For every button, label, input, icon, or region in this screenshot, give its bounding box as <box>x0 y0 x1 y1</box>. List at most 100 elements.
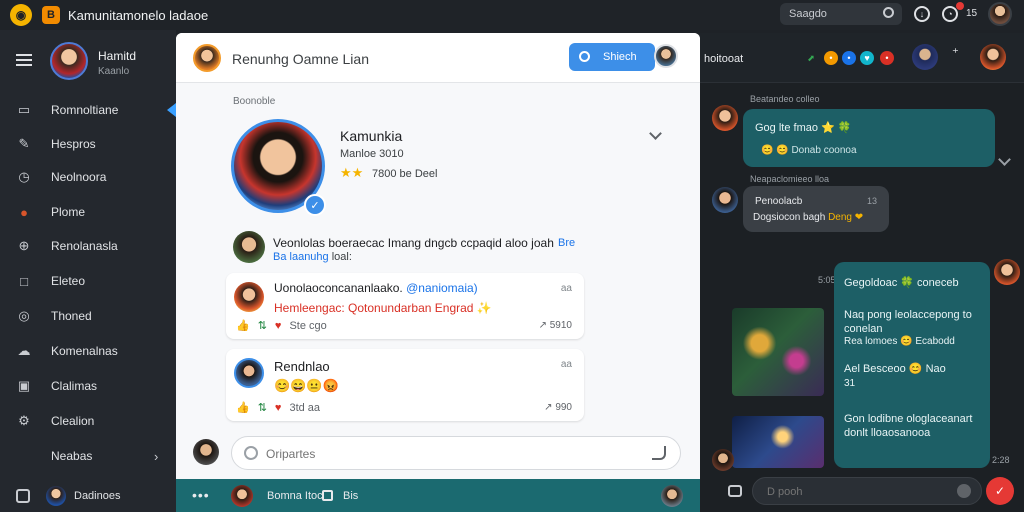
avatar[interactable] <box>661 485 683 507</box>
shield-icon: ◎ <box>18 308 30 323</box>
more-options-icon[interactable]: ••• <box>192 487 210 503</box>
views-count: 990 <box>555 402 572 413</box>
views-count: 5910 <box>549 320 572 331</box>
search-button[interactable]: Shiech <box>569 43 655 71</box>
sidebar-bottom-item[interactable]: Dadinoes <box>0 480 176 512</box>
download-icon[interactable]: ↓ <box>914 6 930 22</box>
sidebar-item-label: Neolnoora <box>51 170 107 184</box>
chat-message-text: Rea lomoes 😊 Ecabodd <box>844 336 955 347</box>
game-screenshot-image[interactable] <box>732 308 824 396</box>
header-avatar[interactable] <box>193 44 221 72</box>
sidebar-item-6[interactable]: ◎ Thoned <box>0 301 176 331</box>
verified-badge-icon: ✓ <box>304 194 326 216</box>
retweet-icon[interactable]: ⇅ <box>258 319 267 332</box>
sidebar-bottom-label: Dadinoes <box>74 490 121 502</box>
clock-icon: ◷ <box>18 169 30 184</box>
face-icon[interactable]: • <box>824 51 838 65</box>
card-avatar[interactable] <box>234 282 264 312</box>
sidebar-item-5[interactable]: □ Eleteo <box>0 266 176 296</box>
sidebar-user-sub: Kaanlo <box>98 66 130 77</box>
chevron-right-icon[interactable]: › <box>154 449 158 464</box>
square-icon <box>16 489 30 503</box>
chat-highlight: Deng ❤ <box>828 212 864 223</box>
chat-avatar[interactable] <box>712 449 734 471</box>
feed-title: Renunhg Oamne Lian <box>232 51 369 67</box>
heart-icon[interactable]: ♥ <box>860 51 874 65</box>
chat-message-text: Gon lodibne ologlaceanart donlt lloaosan… <box>844 413 973 439</box>
emoji-reactions: 😊😄😐😡 <box>274 378 339 393</box>
chat-avatar[interactable] <box>994 259 1020 285</box>
drop-icon[interactable]: • <box>842 51 856 65</box>
card-reaction-label: Ste cgo <box>289 319 327 332</box>
post-card[interactable]: Uonolaoconcananlaako. @naniomaia) Hemlee… <box>226 273 584 339</box>
chat-contact-avatar[interactable] <box>912 44 938 70</box>
sidebar-item-10[interactable]: Neabas › <box>0 441 176 471</box>
avatar[interactable] <box>231 485 253 507</box>
sidebar-item-label: Komenalnas <box>51 344 118 358</box>
post-card[interactable]: Rendnlao 😊😄😐😡 aa 👍 ⇅ ♥ 3td aa ↗ 990 <box>226 349 584 421</box>
search-icon[interactable] <box>883 7 894 18</box>
chevron-down-icon[interactable] <box>998 153 1011 166</box>
card-avatar[interactable] <box>234 358 264 388</box>
card-actions: 👍 ⇅ ♥ 3td aa <box>236 401 321 415</box>
sidebar-item-label: Renolanasla <box>51 239 118 253</box>
top-bar: ◉ B Kamunitamonelo ladaoe Saagdo ↓ ◔ 15 <box>0 0 1024 30</box>
brand-icon: B <box>42 6 60 24</box>
chat-message-text: Penoolacb <box>755 196 803 207</box>
sidebar-item-4[interactable]: ⊕ Renolanasla <box>0 231 176 261</box>
reply-box[interactable] <box>231 436 681 470</box>
sidebar-item-7[interactable]: ☁ Komenalnas <box>0 336 176 366</box>
mention-link[interactable]: @naniomaia) <box>406 281 478 295</box>
reply-input[interactable] <box>266 444 626 464</box>
chat-input[interactable] <box>767 483 937 501</box>
sidebar-item-8[interactable]: ▣ Clalimas <box>0 371 176 401</box>
heart-icon[interactable]: ♥ <box>275 402 282 414</box>
post-link[interactable]: Ba laanuhg <box>273 251 329 263</box>
game-screenshot-image[interactable] <box>732 416 824 468</box>
leaf-icon[interactable]: ⬈ <box>804 51 818 65</box>
hamburger-menu-icon[interactable] <box>16 54 32 66</box>
sidebar-item-label: Clalimas <box>51 379 98 393</box>
app-logo-icon[interactable]: ◉ <box>10 4 32 26</box>
card-reaction-label: 3td aa <box>289 401 321 414</box>
chat-bubble-icon[interactable] <box>728 485 742 497</box>
header-avatar-small[interactable] <box>654 44 678 68</box>
sidebar-item-0[interactable]: ▭ Romnoltiane <box>0 95 176 125</box>
chat-message-text: 31 <box>844 378 856 389</box>
bell-icon[interactable]: ◔ <box>942 6 958 22</box>
sidebar-item-label: Neabas <box>51 449 93 463</box>
checkbox-icon[interactable] <box>322 490 333 501</box>
add-icon[interactable]: ⁺ <box>952 45 959 61</box>
feed-header: Renunhg Oamne Lian Shiech <box>176 33 700 83</box>
sidebar-item-1[interactable]: ✎ Hespros <box>0 129 176 159</box>
section-label: Boonoble <box>233 96 276 107</box>
like-icon[interactable]: 👍 <box>236 319 250 332</box>
like-icon[interactable]: 👍 <box>236 401 250 414</box>
retweet-icon[interactable]: ⇅ <box>258 401 267 414</box>
top-search-box[interactable]: Saagdo <box>780 3 902 25</box>
chevron-down-icon[interactable] <box>649 127 662 140</box>
sidebar-item-9[interactable]: ⚙ Clealion <box>0 406 176 436</box>
post-tag[interactable]: Bre <box>558 237 575 249</box>
chat-avatar[interactable] <box>712 187 738 213</box>
send-icon[interactable] <box>652 446 666 460</box>
heart-icon[interactable]: ♥ <box>275 320 282 332</box>
chat-input-box[interactable] <box>752 477 982 505</box>
reply-avatar <box>193 439 219 465</box>
emoji-icon[interactable] <box>957 484 971 498</box>
chat-timestamp: 2:28 <box>992 455 1010 465</box>
chat-timestamp: Neapaclomieeo lloa <box>750 174 830 184</box>
sidebar-item-2[interactable]: ◷ Neolnoora <box>0 162 176 192</box>
sidebar-item-3[interactable]: ● Plome <box>0 197 176 227</box>
post-avatar[interactable] <box>233 231 265 263</box>
flag-icon[interactable]: • <box>880 51 894 65</box>
bottom-strip-count: Bis <box>343 490 359 502</box>
chat-message: Gog lte fmao ⭐ 🍀 😊 😊 Donab coonoa <box>743 109 995 167</box>
emoji-icon[interactable] <box>244 446 258 460</box>
avatar <box>46 486 66 506</box>
user-avatar[interactable] <box>988 2 1012 26</box>
send-button[interactable]: ✓ <box>986 477 1014 505</box>
sidebar-avatar[interactable] <box>50 42 88 80</box>
chat-user-avatar[interactable] <box>980 44 1006 70</box>
chat-avatar[interactable] <box>712 105 738 131</box>
